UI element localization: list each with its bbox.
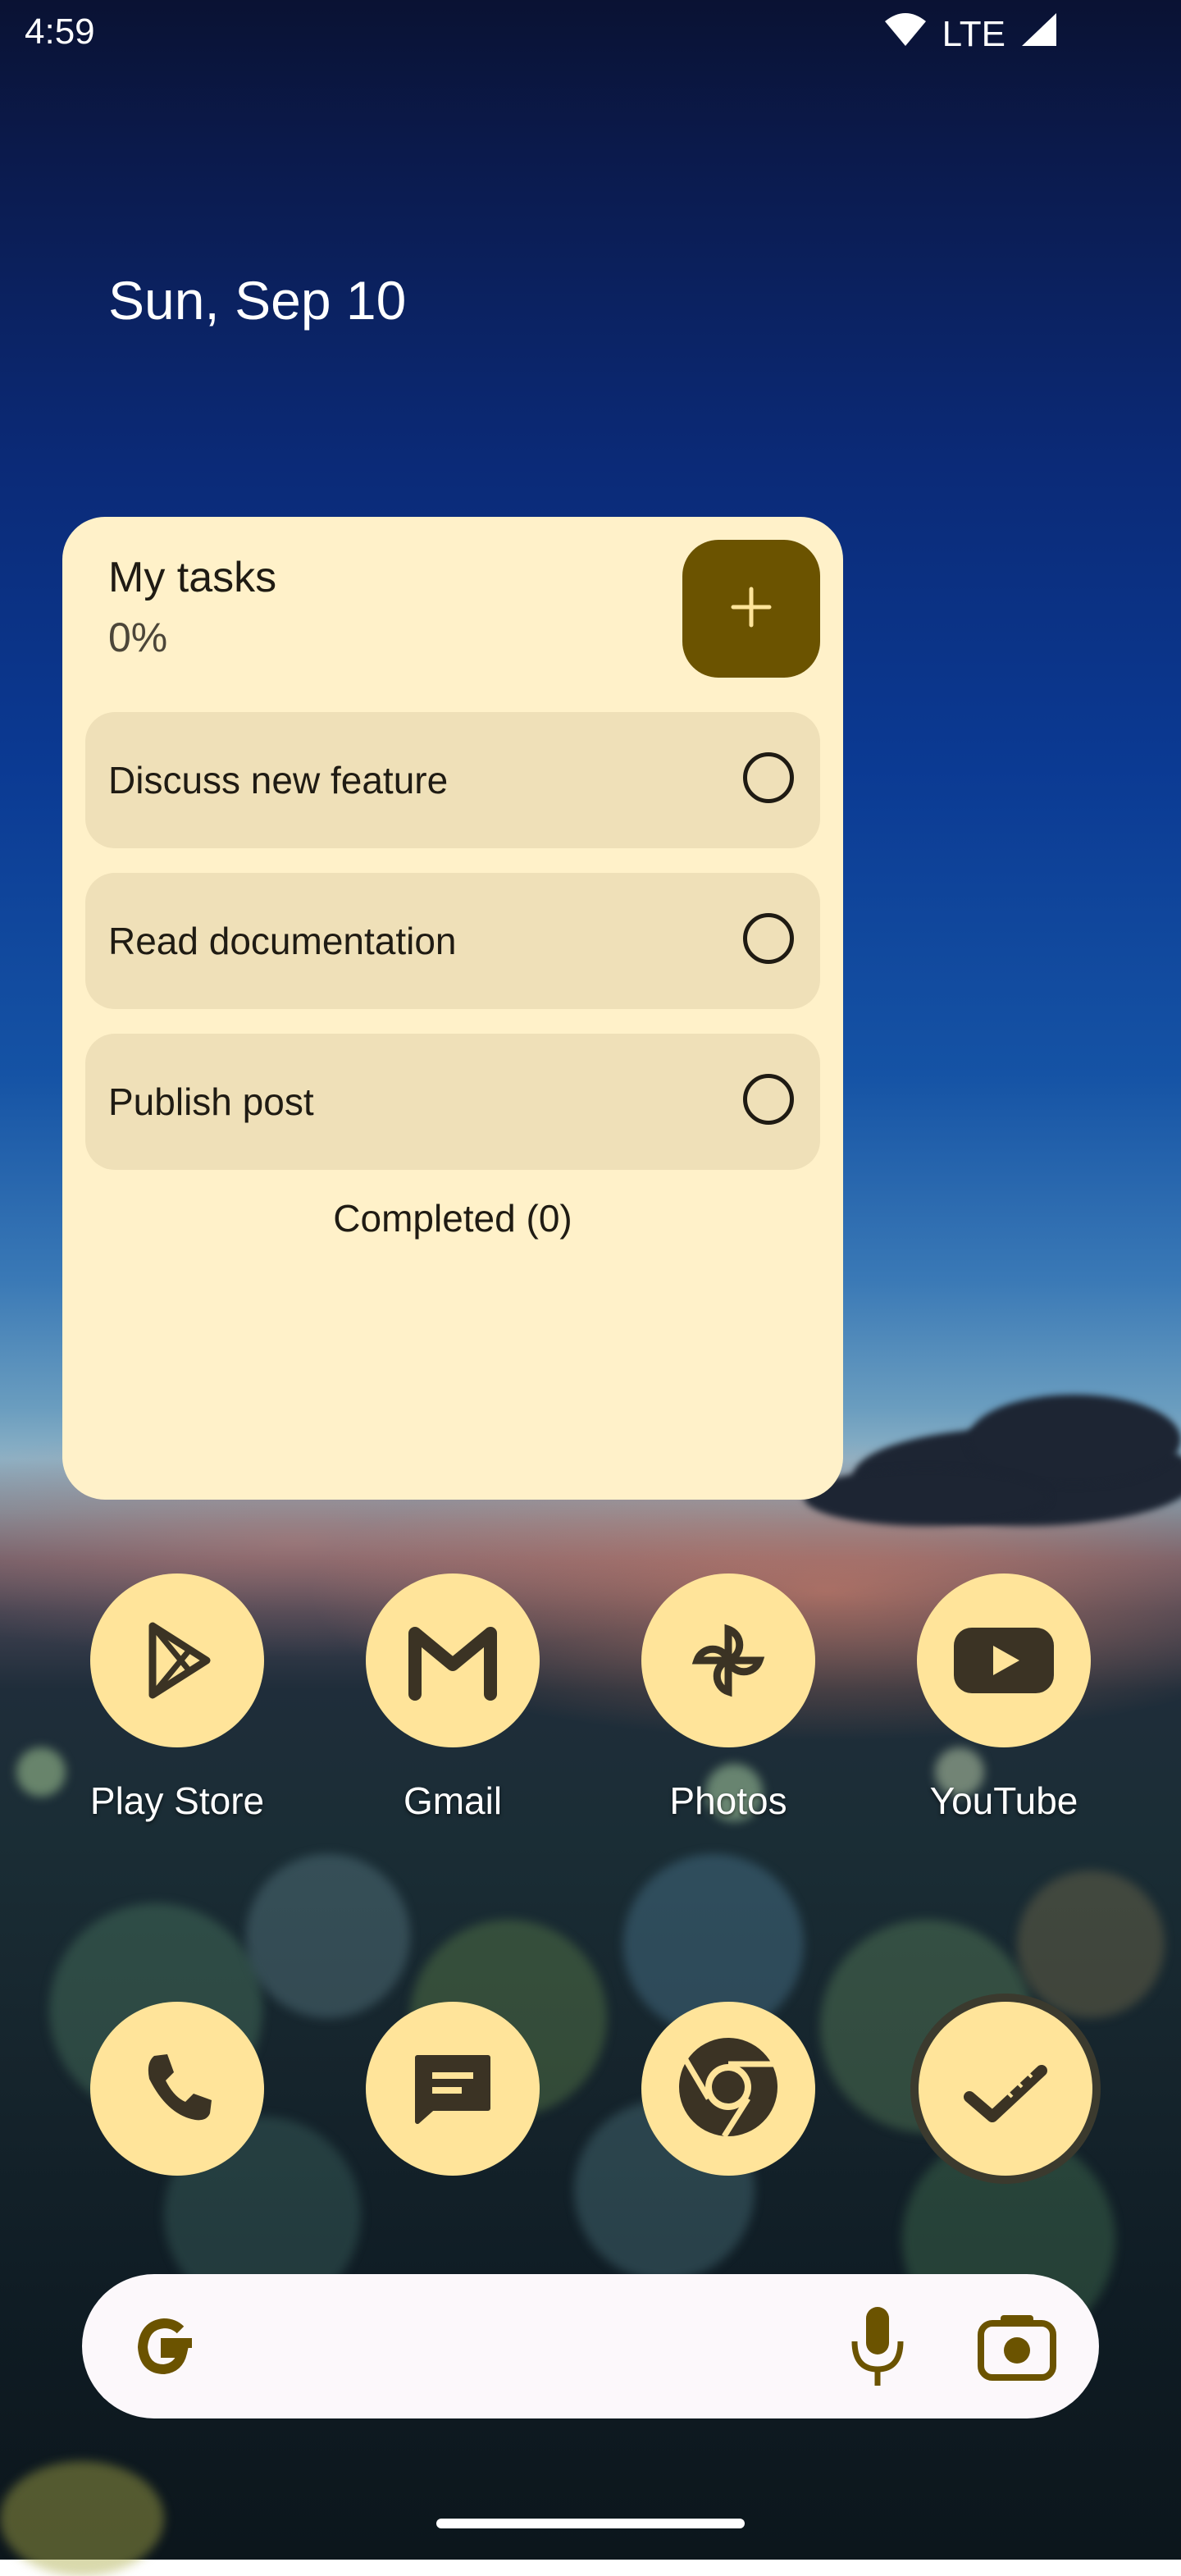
gmail-icon <box>366 1573 540 1747</box>
chrome-icon <box>675 2034 782 2144</box>
tasks-app-icon <box>956 2038 1055 2140</box>
task-checkbox[interactable] <box>743 1074 794 1125</box>
phone-icon <box>136 2046 218 2132</box>
app-label: YouTube <box>929 1779 1078 1822</box>
wifi-icon <box>883 11 928 57</box>
google-search-bar[interactable] <box>82 2274 1099 2418</box>
app-gmail[interactable]: Gmail <box>330 1573 576 1823</box>
dock-chrome[interactable] <box>641 2002 815 2176</box>
task-item[interactable]: Read documentation <box>85 873 820 1009</box>
app-label: Photos <box>669 1779 787 1822</box>
app-photos[interactable]: Photos <box>605 1573 851 1823</box>
task-label: Publish post <box>108 1080 314 1123</box>
play-store-icon <box>90 1573 264 1747</box>
tasks-widget[interactable]: My tasks 0% Discuss new feature Read doc… <box>62 517 843 1500</box>
add-task-button[interactable] <box>682 540 820 678</box>
app-youtube[interactable]: YouTube <box>881 1573 1127 1823</box>
dock-tasks-app[interactable] <box>919 2002 1092 2176</box>
dock-messages[interactable] <box>366 2002 540 2176</box>
app-play-store[interactable]: Play Store <box>54 1573 300 1823</box>
widget-title[interactable]: My tasks <box>108 553 276 602</box>
dock-phone[interactable] <box>90 2002 264 2176</box>
date-display[interactable]: Sun, Sep 10 <box>108 269 406 331</box>
cell-signal-icon <box>1020 11 1058 57</box>
status-bar: 4:59 LTE <box>0 0 1181 69</box>
task-item[interactable]: Discuss new feature <box>85 712 820 848</box>
status-time: 4:59 <box>25 11 95 52</box>
app-label: Gmail <box>403 1779 503 1822</box>
mic-icon[interactable] <box>845 2304 910 2393</box>
app-label: Play Store <box>89 1779 265 1822</box>
google-g-icon[interactable] <box>128 2310 202 2388</box>
network-type: LTE <box>942 13 1005 54</box>
navigation-handle[interactable] <box>436 2519 745 2528</box>
task-checkbox[interactable] <box>743 913 794 964</box>
lens-camera-icon[interactable] <box>976 2310 1058 2388</box>
plus-icon <box>728 584 774 634</box>
task-item[interactable]: Publish post <box>85 1034 820 1170</box>
task-label: Discuss new feature <box>108 759 449 802</box>
completed-toggle[interactable]: Completed (0) <box>62 1196 843 1240</box>
photos-icon <box>641 1573 815 1747</box>
youtube-icon <box>917 1573 1091 1747</box>
task-checkbox[interactable] <box>743 752 794 803</box>
widget-progress: 0% <box>108 614 168 660</box>
task-label: Read documentation <box>108 920 457 962</box>
messages-icon <box>408 2046 498 2132</box>
